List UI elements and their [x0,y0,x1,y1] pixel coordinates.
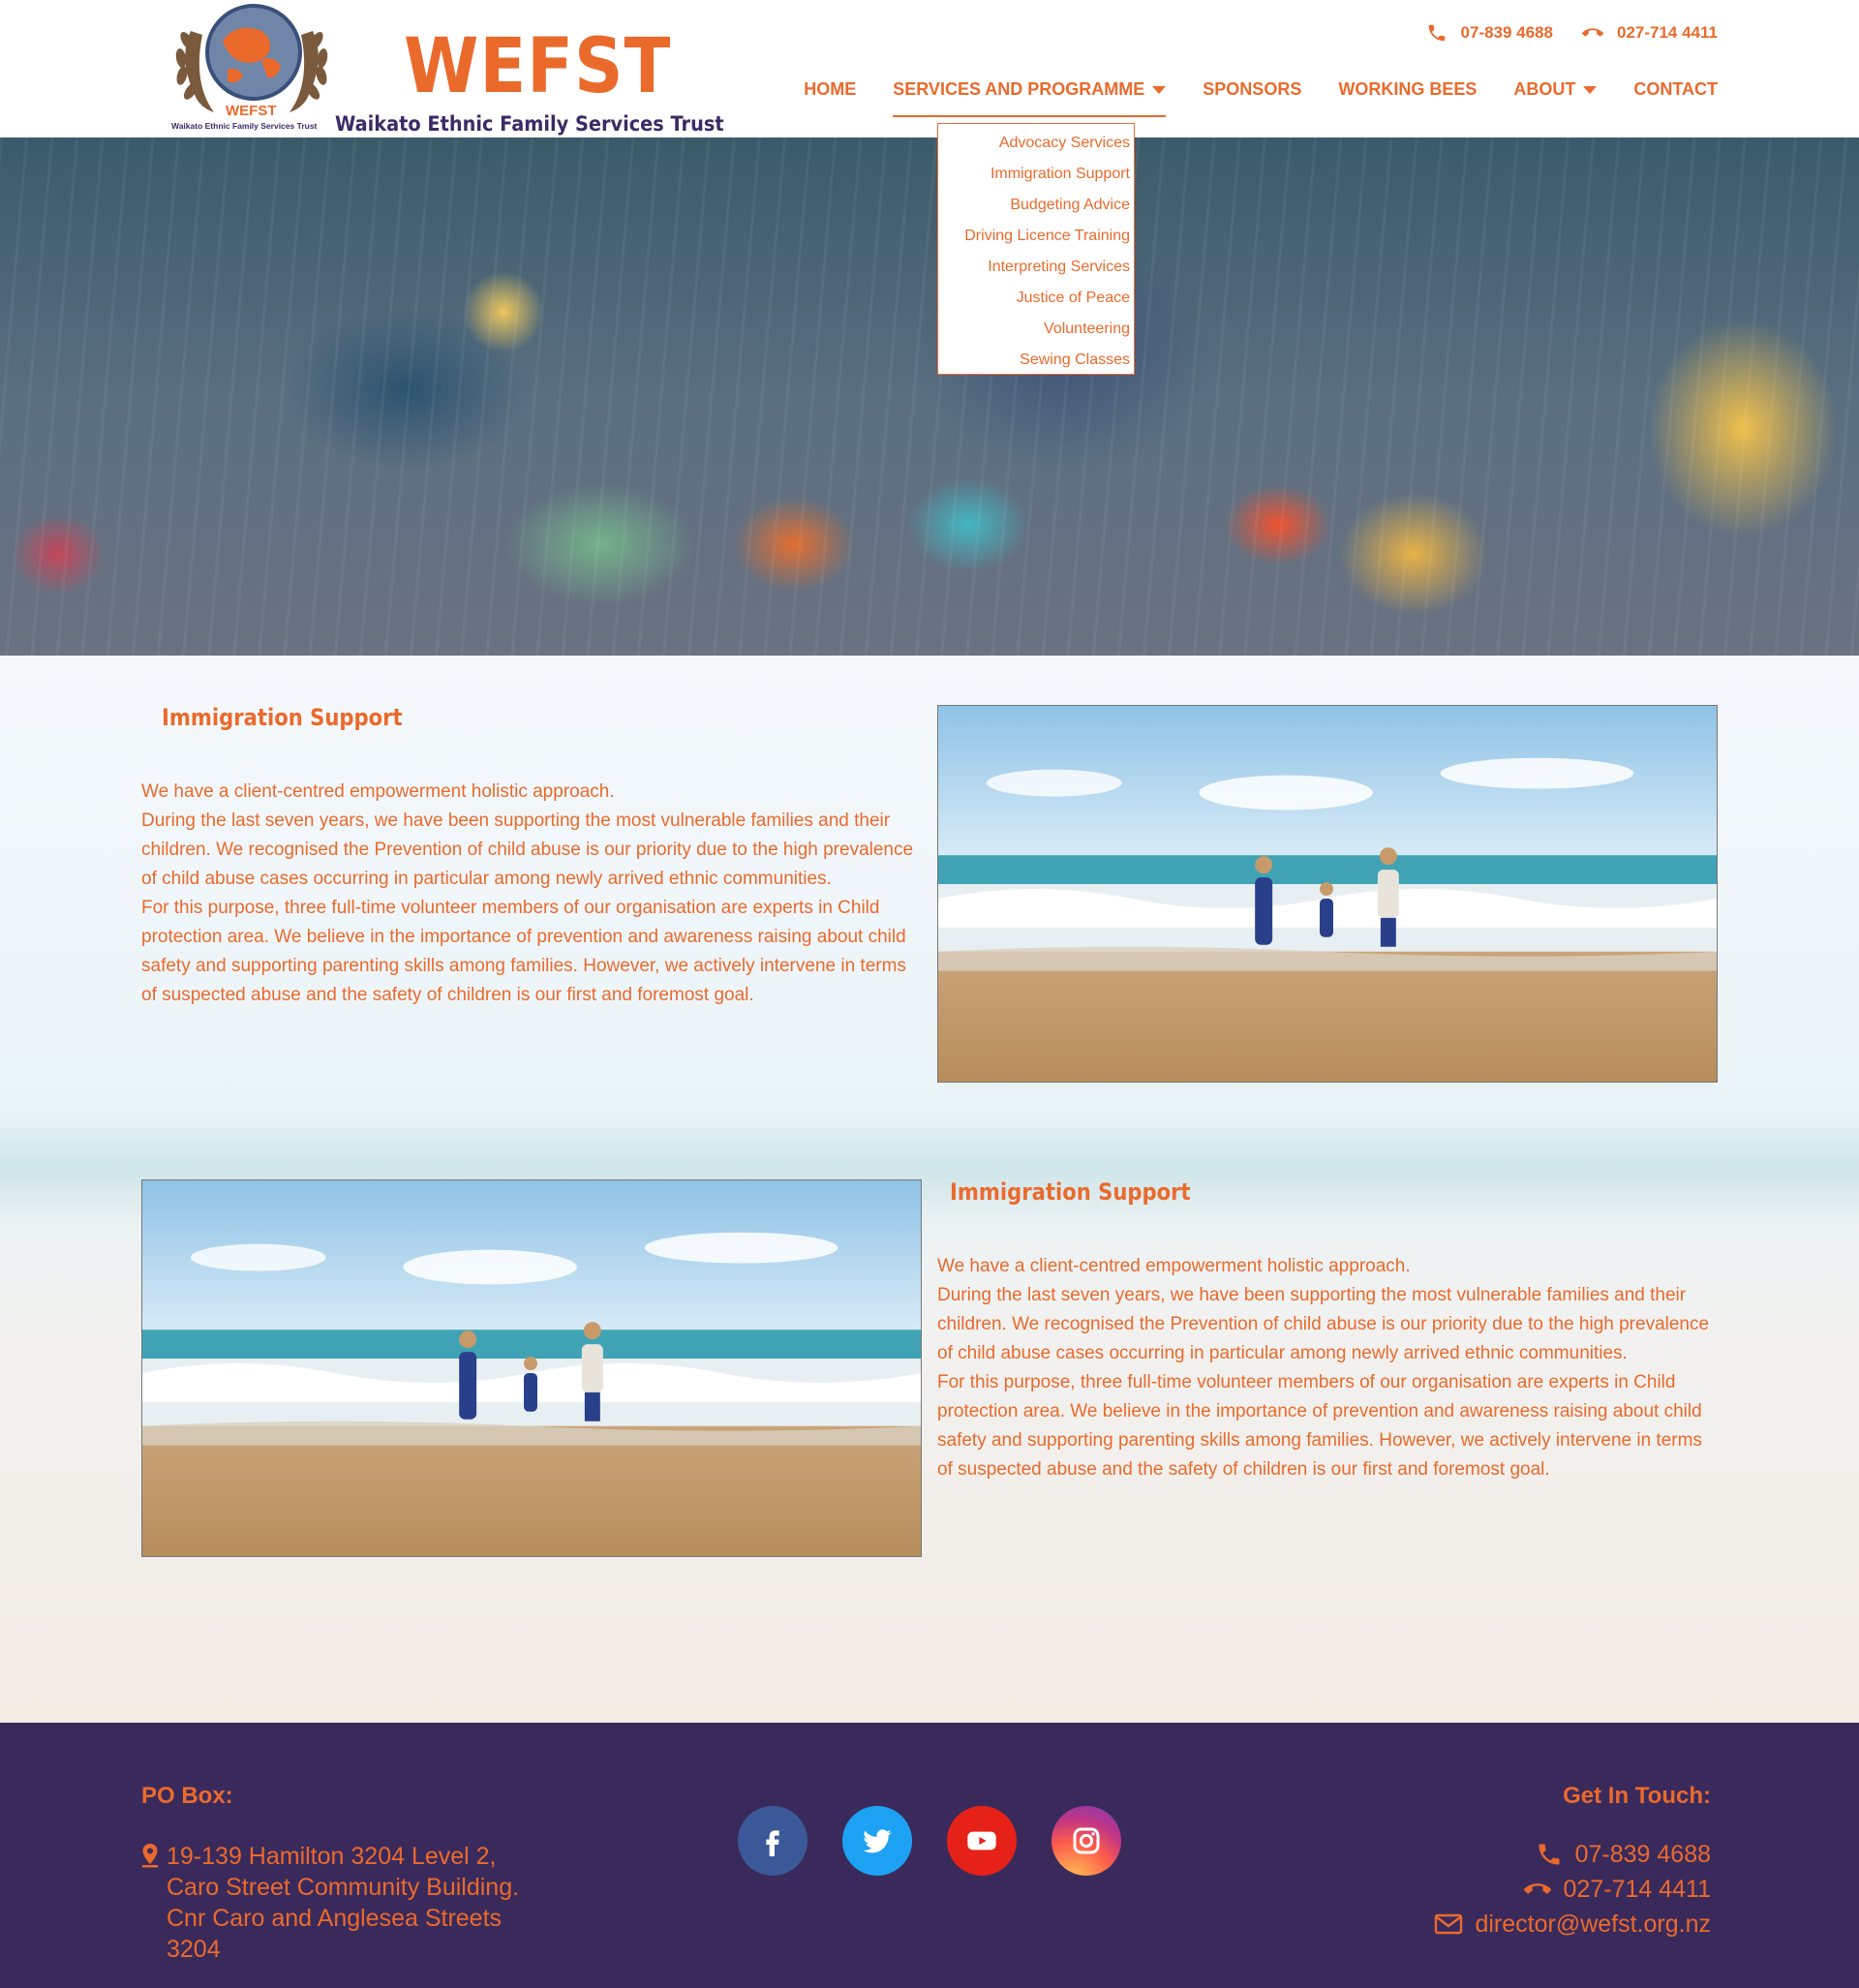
site-header: WEFST Waikato Ethnic Family Services Tru… [0,0,1859,138]
nav-services[interactable]: SERVICES AND PROGRAMME [893,79,1167,117]
dropdown-item-sewing[interactable]: Sewing Classes [938,345,1134,376]
instagram-link[interactable] [1051,1806,1121,1876]
nav-contact-label: CONTACT [1633,79,1718,99]
nav-about[interactable]: ABOUT [1513,79,1598,100]
chevron-down-icon [1152,85,1167,94]
logo-emblem[interactable]: WEFST Waikato Ethnic Family Services Tru… [169,2,334,134]
paragraph: For this purpose, three full-time volunt… [937,1372,1702,1480]
family-beach-photo [141,1179,922,1557]
paragraph: We have a client-centred empowerment hol… [141,781,615,802]
facebook-link[interactable] [738,1806,808,1876]
twitter-icon [863,1829,892,1853]
nav-home-label: HOME [804,79,857,99]
top-mobile-text: 027-714 4411 [1617,23,1718,42]
main-content: Immigration Support We have a client-cen… [0,656,1859,1723]
paragraph: During the last seven years, we have bee… [937,1285,1710,1363]
youtube-link[interactable] [947,1806,1017,1876]
section-body: We have a client-centred empowerment hol… [141,778,926,1010]
dropdown-item-interpreting[interactable]: Interpreting Services [938,252,1134,283]
address-block: 19-139 Hamilton 3204 Level 2, Caro Stree… [141,1841,534,1965]
paragraph: For this purpose, three full-time volunt… [141,898,906,1005]
instagram-icon [1073,1827,1100,1854]
facebook-icon [766,1830,779,1856]
footer-mobile[interactable]: 027-714 4411 [1523,1874,1711,1905]
phone-icon [1539,1844,1560,1865]
section-title: Immigration Support [162,704,403,731]
paragraph: During the last seven years, we have bee… [141,810,914,889]
hero-banner-image [0,138,1859,656]
dropdown-item-driving[interactable]: Driving Licence Training [938,221,1134,252]
dropdown-item-immigration[interactable]: Immigration Support [938,159,1134,190]
top-mobile[interactable]: 027-714 4411 [1582,22,1718,44]
nav-sponsors-label: SPONSORS [1203,79,1302,99]
dropdown-item-advocacy[interactable]: Advocacy Services [938,128,1134,159]
footer-phone-text: 07-839 4688 [1574,1841,1711,1868]
nav-working-bees-label: WORKING BEES [1338,79,1478,99]
nav-about-label: ABOUT [1513,79,1576,99]
logo-tagline: Waikato Ethnic Family Services Trust [335,112,724,136]
po-box-heading: PO Box: [141,1783,233,1809]
map-pin-icon [142,1844,158,1868]
emblem-text: WEFST [226,103,277,119]
dropdown-item-budgeting[interactable]: Budgeting Advice [938,190,1134,221]
footer-mobile-text: 027-714 4411 [1563,1876,1711,1903]
section-title: Immigration Support [950,1178,1191,1206]
youtube-icon [967,1831,996,1850]
footer-email-text: director@wefst.org.nz [1475,1911,1711,1938]
nav-contact[interactable]: CONTACT [1633,79,1718,100]
chevron-down-icon [1583,85,1598,94]
logo-wordmark[interactable]: WEFST [404,29,671,105]
envelope-icon [1435,1913,1463,1935]
main-nav: HOME SERVICES AND PROGRAMME SPONSORS WOR… [804,79,1718,117]
footer-email[interactable]: director@wefst.org.nz [1434,1909,1711,1940]
contact-block: 07-839 4688 027-714 4411 director@wefst.… [1434,1839,1711,1940]
services-dropdown: Advocacy Services Immigration Support Bu… [937,123,1135,375]
get-in-touch-heading: Get In Touch: [1563,1783,1711,1809]
nav-services-label: SERVICES AND PROGRAMME [893,79,1145,99]
footer-phone[interactable]: 07-839 4688 [1535,1839,1711,1870]
handset-icon [1523,1883,1551,1894]
top-contacts: 07-839 4688 027-714 4411 [1426,22,1718,44]
section-body: We have a client-centred empowerment hol… [937,1252,1722,1484]
twitter-link[interactable] [842,1806,912,1876]
phone-icon [1428,24,1445,42]
paragraph: We have a client-centred empowerment hol… [937,1256,1411,1276]
nav-working-bees[interactable]: WORKING BEES [1338,79,1477,100]
top-phone[interactable]: 07-839 4688 [1426,22,1553,44]
nav-sponsors[interactable]: SPONSORS [1203,79,1301,100]
nav-home[interactable]: HOME [804,79,856,100]
dropdown-item-volunteering[interactable]: Volunteering [938,314,1134,345]
site-footer: PO Box: 19-139 Hamilton 3204 Level 2, Ca… [0,1723,1859,1988]
emblem-caption: Waikato Ethnic Family Services Trust [171,121,318,131]
social-links [738,1806,1121,1876]
handset-icon [1582,28,1603,37]
family-beach-photo [937,705,1718,1083]
dropdown-item-justice[interactable]: Justice of Peace [938,283,1134,314]
top-phone-text: 07-839 4688 [1460,23,1553,42]
address-text: 19-139 Hamilton 3204 Level 2, Caro Stree… [167,1843,520,1963]
